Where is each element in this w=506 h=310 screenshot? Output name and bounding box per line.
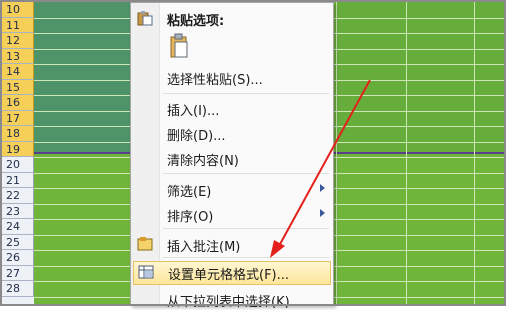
selected-range-right[interactable] — [336, 2, 504, 152]
menu-item-paste-special[interactable]: 选择性粘贴(S)... — [131, 66, 333, 88]
menu-separator — [163, 93, 329, 94]
menu-separator — [163, 173, 329, 174]
row-headers: 10 11 12 13 14 15 16 17 18 19 20 21 22 23 24 25 26 27 28 — [2, 2, 34, 304]
row-header-22[interactable]: 22 — [2, 188, 34, 204]
row-header-19[interactable]: 19 — [2, 141, 34, 157]
menu-separator — [163, 257, 329, 258]
row-header-13[interactable]: 13 — [2, 48, 34, 64]
spreadsheet-window: 10 11 12 13 14 15 16 17 18 19 20 21 22 23 24 25 26 27 28 粘… — [0, 0, 506, 310]
row-header-25[interactable]: 25 — [2, 234, 34, 250]
filter-label: 筛选(E) — [167, 185, 212, 200]
menu-item-format-cells[interactable]: 设置单元格格式(F)... — [133, 261, 331, 285]
submenu-arrow-icon — [320, 209, 325, 217]
paste-options-label: 粘贴选项: — [167, 14, 225, 29]
gridline — [336, 2, 337, 304]
clear-contents-label: 清除内容(N) — [167, 154, 239, 169]
menu-item-insert[interactable]: 插入(I)... — [131, 97, 333, 119]
menu-item-pick-from-list[interactable]: 从下拉列表中选择(K)... — [131, 288, 333, 310]
menu-item-clear-contents[interactable]: 清除内容(N) — [131, 147, 333, 169]
context-menu: 粘贴选项: 选择性粘贴(S)... 插入(I)... 删除(D)... 清除内容… — [130, 2, 334, 310]
row-header-26[interactable]: 26 — [2, 250, 34, 266]
insert-comment-icon — [137, 236, 153, 252]
paste-button[interactable] — [131, 31, 333, 61]
row-header-15[interactable]: 15 — [2, 79, 34, 95]
insert-label: 插入(I)... — [167, 104, 220, 119]
format-cells-label: 设置单元格格式(F)... — [168, 268, 290, 283]
paste-options-heading: 粘贴选项: — [131, 7, 333, 29]
row-header-14[interactable]: 14 — [2, 64, 34, 80]
submenu-arrow-icon — [320, 184, 325, 192]
gridline — [406, 2, 407, 304]
row-header-11[interactable]: 11 — [2, 17, 34, 33]
clipboard-paste-icon[interactable] — [169, 33, 189, 59]
format-cells-icon — [138, 264, 154, 280]
selected-range[interactable] — [34, 2, 130, 152]
row-header-28[interactable]: 28 — [2, 281, 34, 297]
row-header-16[interactable]: 16 — [2, 95, 34, 111]
menu-item-sort[interactable]: 排序(O) — [131, 203, 333, 225]
delete-label: 删除(D)... — [167, 129, 226, 144]
pick-from-list-label: 从下拉列表中选择(K)... — [167, 295, 303, 310]
gridline — [474, 2, 475, 304]
menu-item-delete[interactable]: 删除(D)... — [131, 122, 333, 144]
row-header-20[interactable]: 20 — [2, 157, 34, 173]
row-header-17[interactable]: 17 — [2, 110, 34, 126]
row-header-21[interactable]: 21 — [2, 172, 34, 188]
menu-item-filter[interactable]: 筛选(E) — [131, 178, 333, 200]
row-header-27[interactable]: 27 — [2, 265, 34, 281]
menu-item-insert-comment[interactable]: 插入批注(M) — [131, 233, 333, 255]
insert-comment-label: 插入批注(M) — [167, 240, 241, 255]
sort-label: 排序(O) — [167, 210, 214, 225]
row-header-10[interactable]: 10 — [2, 2, 34, 18]
paste-special-label: 选择性粘贴(S)... — [167, 73, 263, 88]
menu-separator — [163, 228, 329, 229]
row-header-18[interactable]: 18 — [2, 126, 34, 142]
paste-options-icon — [137, 10, 153, 26]
row-header-24[interactable]: 24 — [2, 219, 34, 235]
row-header-12[interactable]: 12 — [2, 33, 34, 49]
row-header-23[interactable]: 23 — [2, 203, 34, 219]
